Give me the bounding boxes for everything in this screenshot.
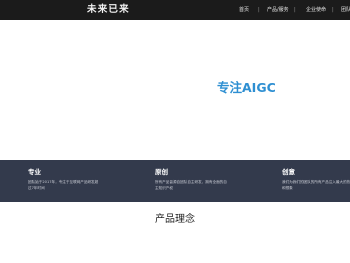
feature-title: 专业 xyxy=(28,168,41,176)
hero-title: 专注AIGC xyxy=(217,80,276,95)
nav-team[interactable]: 团队 xyxy=(341,6,350,14)
nav-mission[interactable]: 企业使命 xyxy=(306,6,326,14)
feature-title: 创意 xyxy=(282,168,295,176)
hero-banner: 专注AIGC xyxy=(0,20,350,160)
features-strip: 专业 团队始于2017年，专注于互联网产品研发超过7年时间 原创 所有产品皆源自… xyxy=(0,160,350,202)
nav-separator: | xyxy=(258,7,260,13)
feature-professional: 专业 团队始于2017年，专注于互联网产品研发超过7年时间 xyxy=(28,168,100,191)
nav-home[interactable]: 首页 xyxy=(239,6,249,14)
feature-title: 原创 xyxy=(155,168,168,176)
feature-creative: 创意 我们为我们的团队的所有产品注入最大的热情和想象 xyxy=(282,168,350,191)
nav-separator: | xyxy=(294,7,296,13)
section-title-product-philosophy: 产品理念 xyxy=(155,214,195,225)
feature-description: 我们为我们的团队的所有产品注入最大的热情和想象 xyxy=(282,180,350,190)
feature-original: 原创 所有产品皆源自团队自主研发，拥有全面的自主知识产权 xyxy=(155,168,227,191)
feature-description: 团队始于2017年，专注于互联网产品研发超过7年时间 xyxy=(28,180,99,190)
feature-description: 所有产品皆源自团队自主研发，拥有全面的自主知识产权 xyxy=(155,180,227,190)
brand-logo[interactable]: 未来已来 xyxy=(87,4,130,16)
top-navbar: 未来已来 首页 | 产品/服务 | 企业使命 | 团队 xyxy=(0,0,350,20)
nav-products-services[interactable]: 产品/服务 xyxy=(267,6,289,14)
nav-separator: | xyxy=(332,7,334,13)
